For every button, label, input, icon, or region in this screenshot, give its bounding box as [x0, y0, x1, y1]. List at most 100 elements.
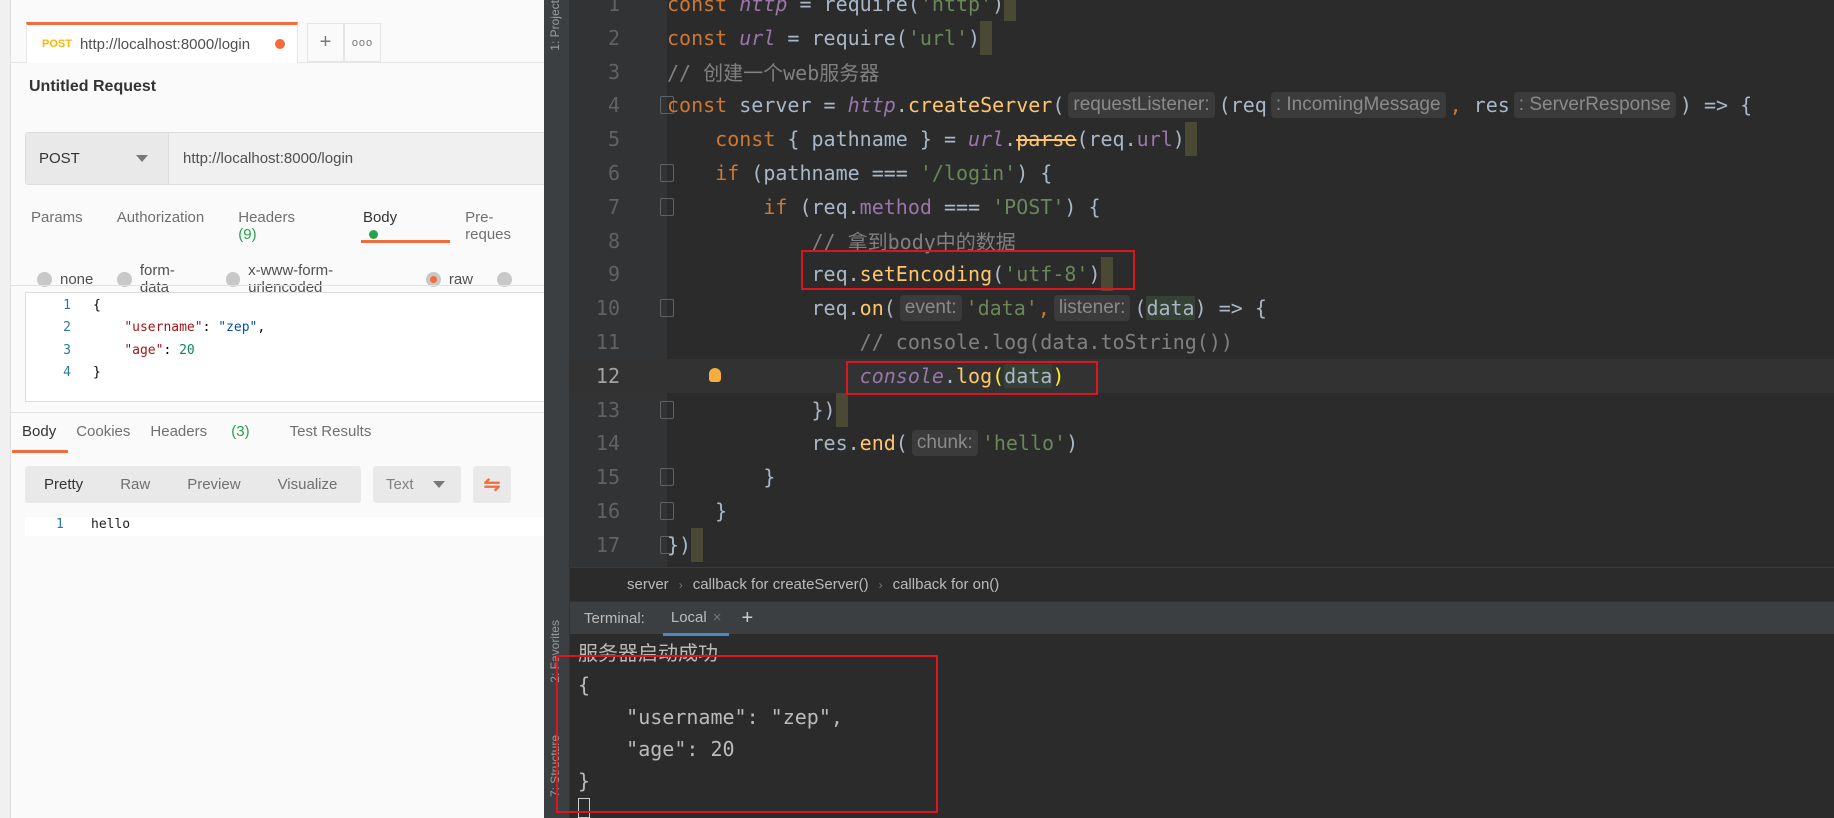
divider [11, 285, 544, 286]
request-url-bar: POST http://localhost:8000/login [25, 132, 555, 185]
terminal-tab-label: Local [670, 609, 707, 626]
tab-params[interactable]: Params [31, 209, 83, 243]
url-input[interactable]: http://localhost:8000/login [169, 133, 353, 184]
line-number: 15 [595, 465, 620, 490]
token: . [1004, 127, 1017, 152]
line-number: 1 [63, 297, 71, 313]
wrap-icon: ⇋ [483, 474, 501, 496]
format-select[interactable]: Text [373, 466, 461, 503]
code-text: } [667, 499, 727, 523]
view-visualize[interactable]: Visualize [278, 476, 338, 493]
ellipsis-icon: ooo [351, 36, 374, 49]
token: : [202, 320, 219, 335]
view-preview[interactable]: Preview [187, 476, 240, 493]
code-text: req. on(event:'data', listener:(data) => { [667, 295, 1267, 322]
res-tab-headers[interactable]: Headers (3) [150, 423, 269, 440]
body-line: 1{ [26, 294, 554, 316]
body-line: 4} [26, 362, 554, 384]
line-number: 7 [607, 194, 620, 219]
new-tab-button[interactable]: + [307, 23, 344, 62]
token: === [931, 194, 993, 219]
view-pretty[interactable]: Pretty [44, 476, 83, 493]
request-body-editor[interactable]: 1{2 "username": "zep", 3 "age": 20 4} [25, 292, 555, 402]
token: , [1449, 93, 1462, 118]
token: = require( [787, 0, 920, 16]
token: on [859, 296, 884, 321]
token: ) => { [1679, 93, 1753, 118]
format-value: Text [386, 476, 414, 493]
tab-authorization[interactable]: Authorization [117, 209, 205, 243]
code-text: "username": "zep", [93, 320, 265, 335]
plus-icon: + [319, 31, 332, 53]
token: 'hello' [981, 431, 1067, 456]
token: = require( [775, 25, 908, 50]
token: ( [1052, 93, 1065, 118]
token: "zep" [218, 320, 258, 335]
response-body-line: 1 hello [25, 517, 545, 536]
brace-match-marker [691, 527, 704, 562]
code-line: 13 }) [570, 392, 1834, 427]
line-number: 1 [56, 517, 64, 532]
token: server = [739, 93, 848, 118]
res-tab-cookies[interactable]: Cookies [76, 423, 130, 440]
code-line: 1 const http = require('http') [570, 0, 1834, 21]
new-terminal-button[interactable]: + [741, 607, 753, 630]
token: ) [1172, 127, 1185, 152]
view-raw[interactable]: Raw [120, 476, 150, 493]
code-text: "age": 20 [93, 342, 194, 358]
method-value: POST [39, 150, 80, 167]
radio-urlencoded[interactable]: x-www-form-urlencoded [225, 262, 402, 296]
code-text: if (req. method === 'POST') { [667, 194, 1100, 219]
token: ) => { [1194, 296, 1267, 321]
tab-url: http://localhost:8000/login [79, 35, 251, 53]
code-text: // 创建一个web服务器 [667, 57, 879, 86]
radio-form-data[interactable]: form-data [117, 262, 201, 296]
breadcrumb-item[interactable]: callback for on() [893, 576, 1000, 593]
tab-body[interactable]: Body [363, 209, 431, 243]
method-select[interactable]: POST [26, 133, 169, 184]
divider [11, 412, 544, 413]
terminal-tab-local[interactable]: Local × [662, 603, 730, 636]
inlay-hint: : ServerResponse [1513, 92, 1676, 119]
token: http [847, 93, 896, 118]
tab-body-label: Body [362, 209, 398, 226]
res-tab-body[interactable]: Body [22, 423, 56, 440]
line-number: 9 [607, 262, 620, 287]
res-tab-tests[interactable]: Test Results [290, 423, 372, 440]
token: url [968, 127, 1005, 152]
token: const [667, 25, 740, 50]
breadcrumb-item[interactable]: callback for createServer() [693, 576, 869, 593]
request-tab[interactable]: POST http://localhost:8000/login [26, 22, 298, 63]
token: url [739, 25, 776, 50]
tab-headers[interactable]: Headers (9) [238, 209, 329, 243]
inlay-hint: listener: [1053, 295, 1131, 322]
body-line: 3 "age": 20 [26, 339, 554, 361]
tab-prerequest[interactable]: Pre-reques [465, 209, 511, 243]
token: const [715, 127, 788, 152]
line-number: 8 [607, 228, 620, 253]
token: url [1136, 127, 1173, 152]
line-number: 17 [595, 532, 620, 557]
more-tabs-button[interactable]: ooo [344, 23, 381, 62]
res-headers-count: (3) [231, 423, 250, 440]
project-tool-button[interactable]: 1: Project [548, 0, 562, 51]
token: http [739, 0, 788, 16]
token: end [859, 431, 896, 456]
inlay-hint: requestListener: [1068, 92, 1215, 119]
line-number: 2 [607, 25, 620, 50]
response-tabs: Body Cookies Headers (3) Test Results [22, 423, 391, 440]
code-line: 6 if (pathname === '/login') { [570, 156, 1834, 190]
close-icon[interactable]: × [713, 609, 722, 626]
breadcrumb-item[interactable]: server [627, 576, 669, 593]
radio-label: x-www-form-urlencoded [248, 262, 334, 296]
token: ( [895, 431, 908, 456]
token: } [93, 365, 101, 380]
wrap-lines-button[interactable]: ⇋ [473, 466, 511, 503]
line-number: 5 [607, 127, 620, 152]
token: createServer [907, 93, 1053, 118]
token: : [163, 342, 180, 358]
